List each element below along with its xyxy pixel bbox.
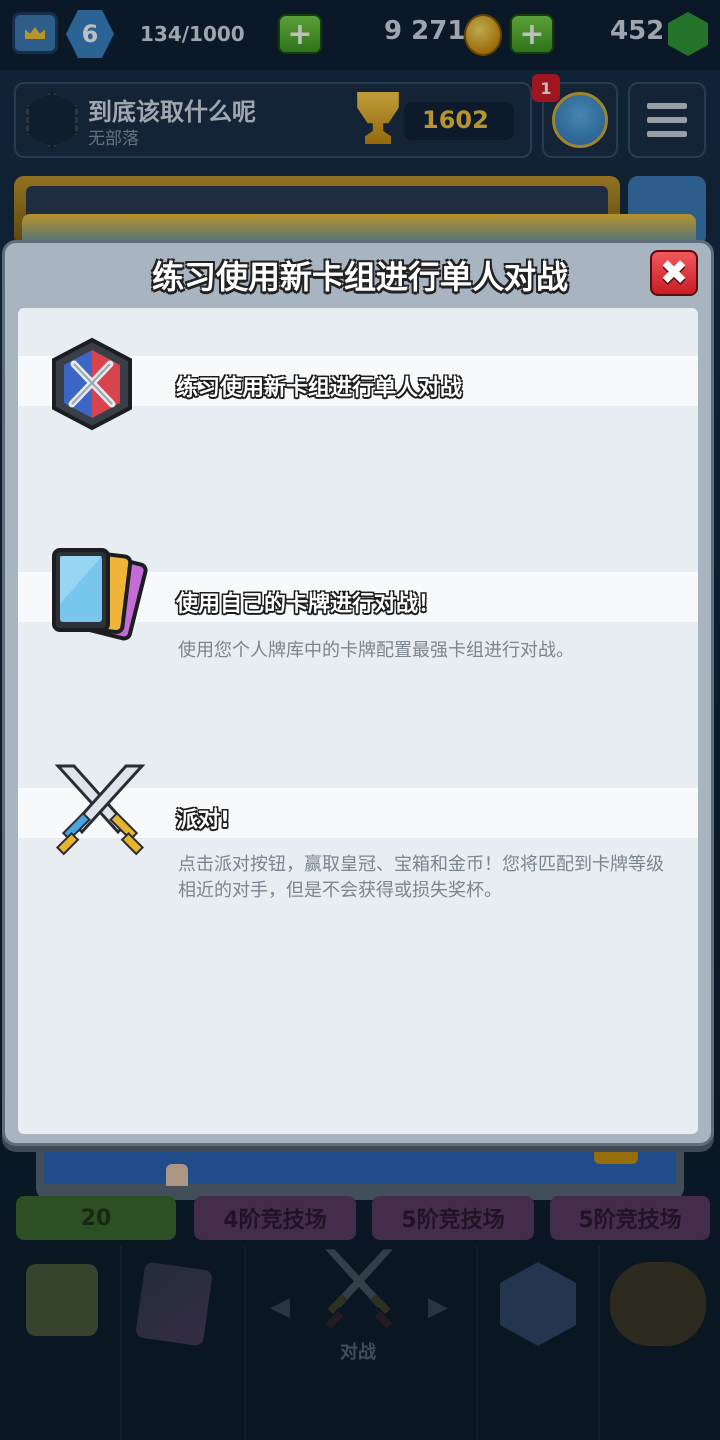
- modal-title: 练习使用新卡组进行单人对战: [151, 258, 568, 296]
- item-title: 练习使用新卡组进行单人对战: [176, 376, 463, 401]
- item-title: 使用自己的卡牌进行对战！: [176, 592, 441, 617]
- cards-icon: [52, 548, 148, 641]
- item-title: 派对!: [176, 808, 231, 833]
- close-icon: ✖: [659, 253, 689, 293]
- close-button[interactable]: ✖: [650, 250, 698, 296]
- item-description: 点击派对按钮，赢取皇冠、宝箱和金币！您将匹配到卡牌等级相近的对手，但是不会获得或…: [178, 854, 664, 901]
- item-description: 使用您个人牌库中的卡牌配置最强卡组进行对战。: [178, 640, 574, 661]
- training-shield-icon: [52, 337, 132, 431]
- crossed-swords-icon: [54, 764, 146, 856]
